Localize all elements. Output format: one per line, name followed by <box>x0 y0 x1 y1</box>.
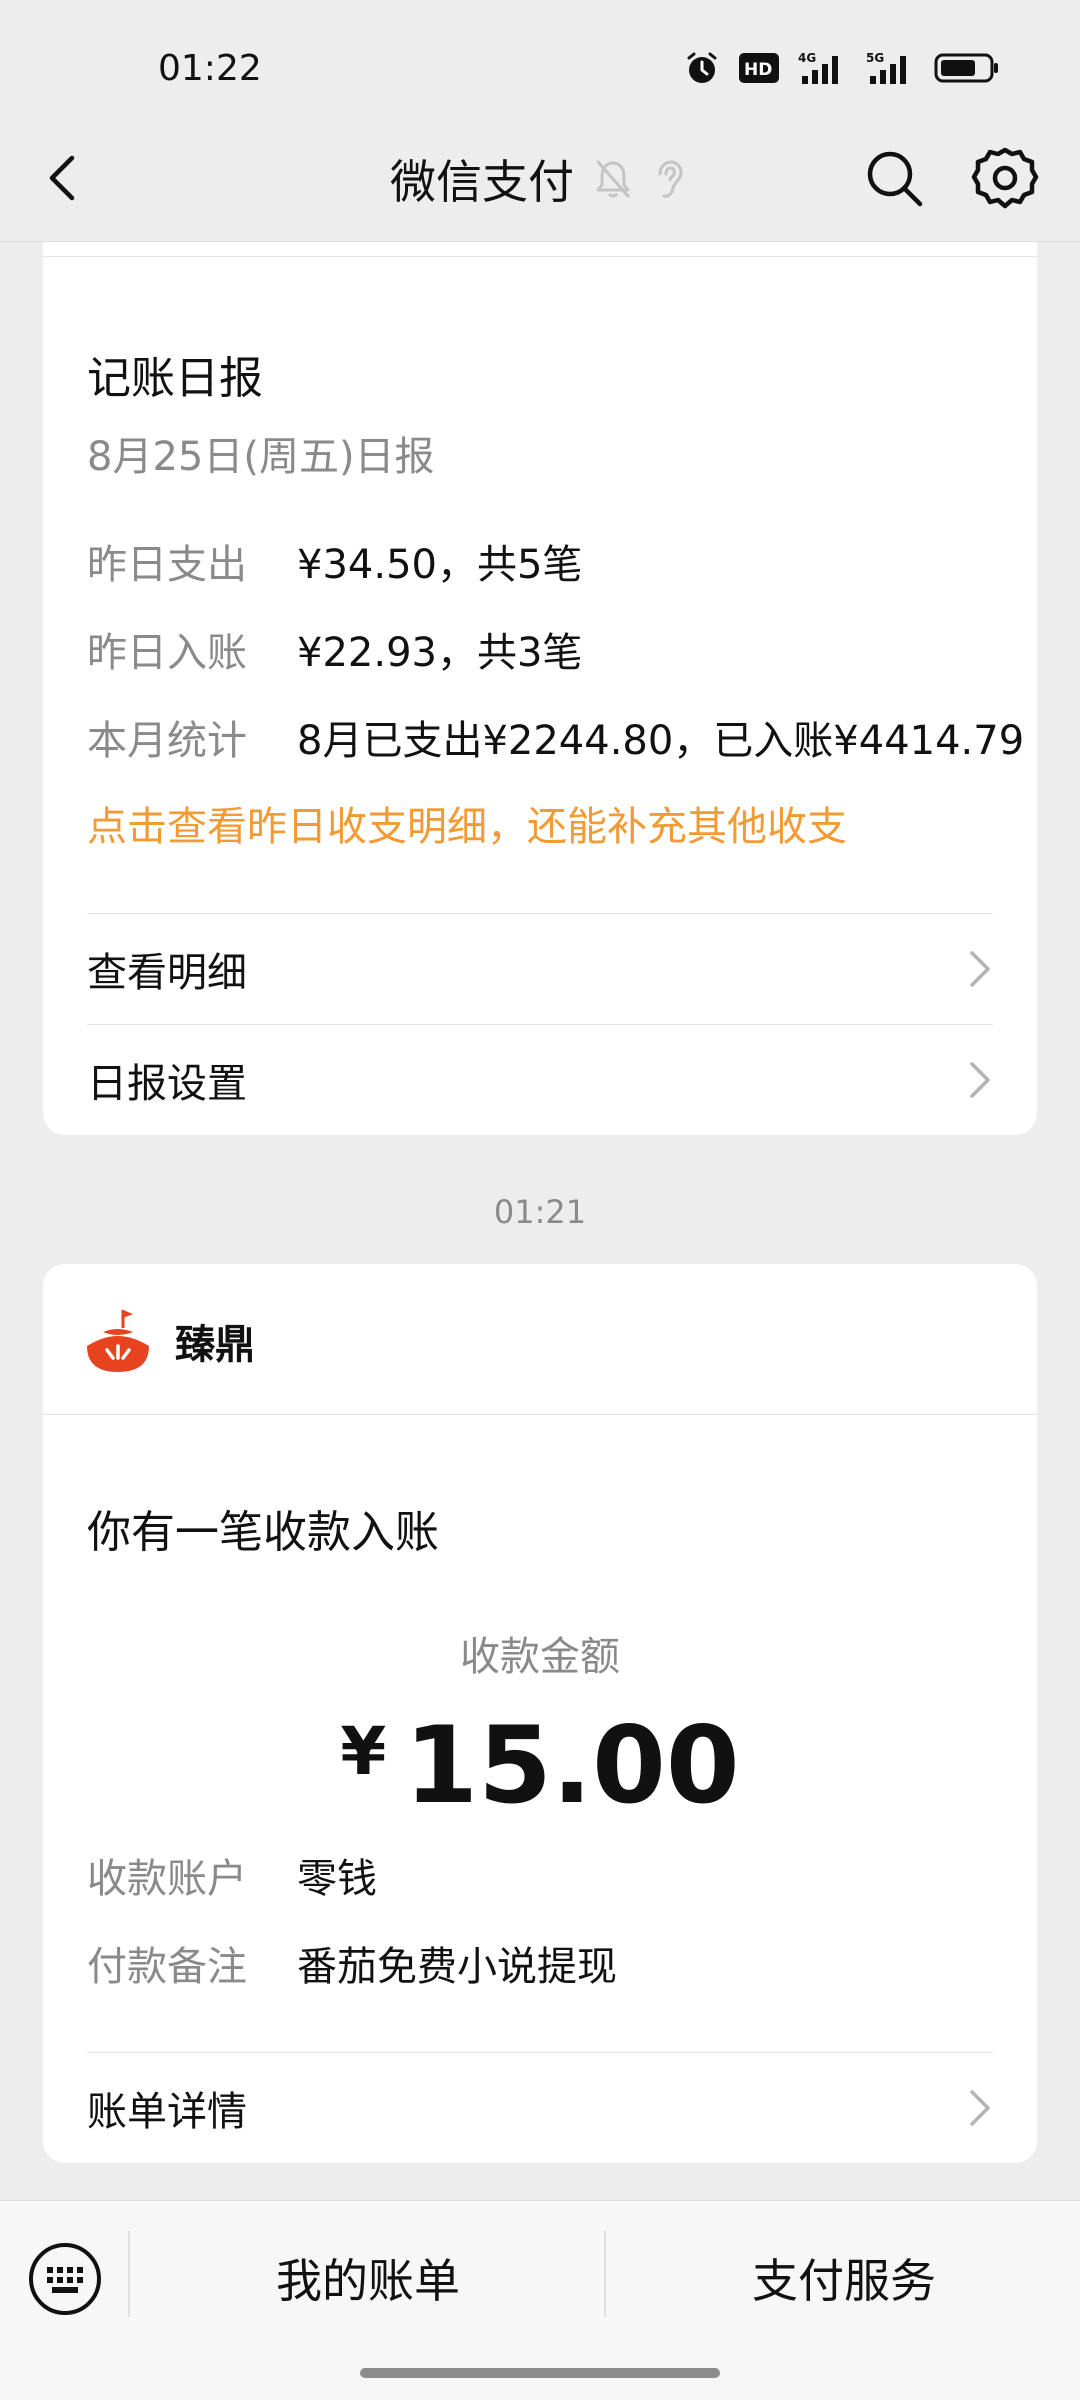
card-divider-top <box>43 256 1037 257</box>
gear-icon[interactable] <box>970 144 1040 214</box>
search-icon[interactable] <box>862 146 928 212</box>
report-row: 昨日入账 ¥22.93，共3笔 <box>87 620 582 678</box>
payment-services-button[interactable]: 支付服务 <box>614 2245 1074 2311</box>
chevron-right-icon <box>970 2090 990 2126</box>
hd-icon: HD <box>739 53 779 83</box>
back-icon[interactable] <box>34 148 94 208</box>
amount-label: 收款金额 <box>460 1634 620 1680</box>
view-details-prompt[interactable]: 点击查看昨日收支明细，还能补充其他收支 <box>87 794 847 852</box>
status-icons: HD 4G 5G <box>684 48 1000 88</box>
alarm-icon <box>687 52 717 83</box>
chevron-right-icon <box>970 951 990 987</box>
battery-icon <box>934 53 998 83</box>
notice-row: 收款账户 零钱 <box>87 1846 377 1904</box>
my-bills-button[interactable]: 我的账单 <box>138 2245 598 2311</box>
menu-label: 账单详情 <box>87 2089 247 2135</box>
home-indicator[interactable] <box>360 2368 720 2378</box>
merchant-name: 臻鼎 <box>175 1322 255 1368</box>
notice-heading: 你有一笔收款入账 <box>87 1507 439 1558</box>
report-subheading: 8月25日(周五)日报 <box>87 434 435 480</box>
nav-title-wrap: 微信支付 <box>390 146 684 212</box>
merchant-row: 臻鼎 <box>83 1306 255 1376</box>
view-details-row[interactable]: 查看明细 <box>87 914 993 1024</box>
bill-details-row[interactable]: 账单详情 <box>87 2053 993 2163</box>
page-title: 微信支付 <box>390 155 574 209</box>
row-value: 番茄免费小说提现 <box>297 1944 617 1990</box>
menu-label: 查看明细 <box>87 950 247 996</box>
report-row: 本月统计 8月已支出¥2244.80，已入账¥4414.79 <box>87 708 1024 766</box>
row-label: 收款账户 <box>87 1856 247 1902</box>
report-row: 昨日支出 ¥34.50，共5笔 <box>87 532 582 590</box>
row-label: 付款备注 <box>87 1944 247 1990</box>
row-value: ¥34.50，共5笔 <box>297 542 583 588</box>
separator <box>604 2231 606 2317</box>
report-heading: 记账日报 <box>87 353 263 404</box>
amount-value: ¥15.00 <box>43 1704 1037 1827</box>
5g-signal-icon: 5G <box>866 51 906 84</box>
row-value: ¥22.93，共3笔 <box>297 630 583 676</box>
row-label: 昨日入账 <box>87 630 247 676</box>
keyboard-icon[interactable] <box>27 2241 103 2317</box>
row-value: 8月已支出¥2244.80，已入账¥4414.79 <box>297 718 1025 764</box>
currency-symbol: ¥ <box>340 1713 387 1790</box>
4g-signal-icon: 4G <box>798 51 838 84</box>
svg-text:4G: 4G <box>798 51 816 65</box>
row-label: 本月统计 <box>87 718 247 764</box>
merchant-logo-icon <box>87 1310 149 1372</box>
chevron-right-icon <box>970 1062 990 1098</box>
status-time: 01:22 <box>158 48 262 89</box>
payment-notice-card[interactable]: 臻鼎 你有一笔收款入账 收款金额 ¥15.00 收款账户 零钱 付款备注 番茄免… <box>43 1264 1037 2163</box>
svg-text:HD: HD <box>744 60 772 80</box>
daily-report-card: 记账日报 8月25日(周五)日报 昨日支出 ¥34.50，共5笔 昨日入账 ¥2… <box>43 242 1037 1135</box>
row-value: 零钱 <box>297 1856 377 1902</box>
svg-text:5G: 5G <box>866 51 884 65</box>
nav-bar: 微信支付 <box>0 118 1080 242</box>
report-settings-row[interactable]: 日报设置 <box>87 1025 993 1135</box>
status-bar: 01:22 HD 4G 5G <box>0 0 1080 118</box>
message-timestamp: 01:21 <box>493 1193 587 1231</box>
separator <box>128 2231 130 2317</box>
menu-label: 日报设置 <box>87 1061 247 1107</box>
mute-bell-icon <box>596 160 630 198</box>
divider <box>43 1414 1037 1415</box>
notice-row: 付款备注 番茄免费小说提现 <box>87 1934 617 1992</box>
row-label: 昨日支出 <box>87 542 247 588</box>
ear-icon <box>658 160 683 198</box>
amount-number: 15.00 <box>404 1704 740 1827</box>
